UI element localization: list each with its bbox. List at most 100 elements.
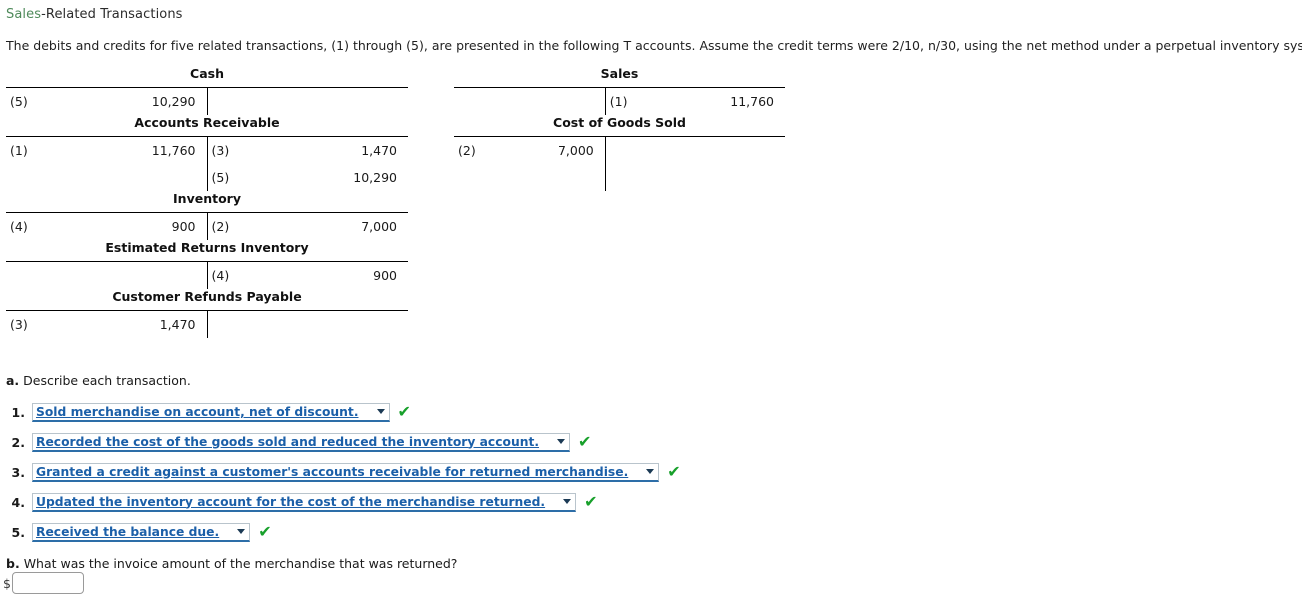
debit-ref: (1) [10, 143, 28, 158]
t-account-title: Sales [600, 66, 639, 81]
page-title-rest: -Related Transactions [41, 7, 183, 22]
transaction-description-value: Updated the inventory account for the co… [36, 494, 546, 509]
t-account: Sales (1) 11,760 [454, 66, 785, 115]
transaction-answer-row: 1. Sold merchandise on account, net of di… [6, 397, 906, 427]
chevron-down-icon[interactable] [555, 434, 567, 449]
invoice-amount-input[interactable] [11, 572, 84, 594]
transaction-answer-row: 2. Recorded the cost of the goods sold an… [6, 427, 906, 457]
t-account-debit-cell [6, 262, 207, 290]
t-account-title: Cost of Goods Sold [553, 115, 686, 130]
t-account-row: (5) 10,290 [6, 164, 408, 191]
transaction-number: 4. [11, 494, 25, 510]
transaction-description-value: Sold merchandise on account, net of disc… [36, 404, 359, 419]
transaction-description-select-4[interactable]: Updated the inventory account for the co… [32, 492, 577, 512]
t-account-credit-cell [206, 310, 408, 338]
debit-ref: (3) [10, 317, 28, 332]
chevron-down-icon[interactable] [644, 464, 656, 479]
part-a-question-text: Describe each transaction. [23, 373, 191, 388]
transaction-number: 5. [11, 524, 25, 540]
transaction-answer-row: 5. Received the balance due. ✔ [6, 517, 906, 547]
part-b-label: b. [6, 556, 20, 571]
t-account-title: Accounts Receivable [134, 115, 280, 130]
transaction-description-select-2[interactable]: Recorded the cost of the goods sold and … [32, 432, 571, 452]
t-account: Customer Refunds Payable (3) 1,470 [6, 289, 408, 338]
credit-amount: 11,760 [730, 94, 774, 109]
credit-entry: (3) 1,470 [208, 137, 409, 164]
chevron-down-icon[interactable] [235, 524, 247, 539]
transaction-description-select-3[interactable]: Granted a credit against a customer's ac… [32, 462, 660, 482]
part-a-label: a. [6, 373, 20, 388]
credit-ref: (5) [211, 170, 230, 185]
credit-entry: (5) 10,290 [208, 164, 409, 191]
credit-amount: 10,290 [353, 170, 397, 185]
debit-ref: (4) [10, 219, 28, 234]
credit-amount: 1,470 [361, 143, 397, 158]
t-account-body: (1) 11,760 (3) 1,470 (5) 10,290 [6, 136, 408, 191]
t-account-row: (4) 900 (2) 7,000 [6, 212, 409, 241]
credit-entry: (1) 11,760 [606, 88, 785, 115]
t-account-debit-cell [454, 88, 605, 116]
t-account-credit-cell [206, 87, 408, 115]
credit-ref: (4) [211, 268, 230, 283]
currency-symbol: $ [3, 575, 11, 591]
transaction-description-value: Received the balance due. [36, 524, 220, 539]
chevron-down-icon[interactable] [561, 494, 573, 509]
t-account-row: (1) 11,760 (3) 1,470 [6, 136, 409, 165]
t-account-debit-cell: (4) 900 [6, 213, 207, 241]
part-a-prompt: a. Describe each transaction. [6, 373, 191, 388]
transaction-answer-row: 3. Granted a credit against a customer's … [6, 457, 906, 487]
t-account-debit-cell: (1) 11,760 [6, 137, 207, 165]
debit-amount: 900 [171, 219, 196, 234]
t-account: Inventory (4) 900 (2) 7,000 [6, 191, 408, 240]
transaction-number: 2. [11, 434, 25, 450]
t-account-row: (2) 7,000 [454, 136, 785, 164]
correct-check-icon: ✔ [584, 492, 598, 511]
correct-check-icon: ✔ [667, 462, 681, 481]
t-account-title: Estimated Returns Inventory [105, 240, 309, 255]
credit-entry: (2) 7,000 [208, 213, 409, 240]
t-account: Estimated Returns Inventory (4) 900 [6, 240, 408, 289]
credit-ref: (2) [211, 219, 230, 234]
t-account-title: Customer Refunds Payable [112, 289, 302, 304]
correct-check-icon: ✔ [397, 402, 411, 421]
t-account-credit-cell: (4) 900 [206, 261, 408, 289]
transaction-answer-row: 4. Updated the inventory account for the … [6, 487, 906, 517]
t-account-credit-cell: (2) 7,000 [206, 212, 409, 240]
t-account-title: Cash [190, 66, 224, 81]
t-account-body: (1) 11,760 [454, 87, 785, 115]
t-accounts-left-column: Cash (5) 10,290 Accounts Receivable (1) 11,76… [6, 66, 408, 338]
t-account-row [454, 164, 785, 191]
t-account-credit-cell: (1) 11,760 [604, 87, 785, 115]
t-account: Cash (5) 10,290 [6, 66, 408, 115]
correct-check-icon: ✔ [578, 432, 592, 451]
chevron-down-icon[interactable] [375, 404, 387, 419]
t-account-body: (3) 1,470 [6, 310, 408, 338]
transaction-description-value: Granted a credit against a customer's ac… [36, 464, 629, 479]
credit-ref: (1) [609, 94, 628, 109]
debit-entry: (1) 11,760 [6, 137, 207, 164]
credit-amount: 7,000 [361, 219, 397, 234]
t-account-body: (4) 900 [6, 261, 408, 289]
t-accounts-right-column: Sales (1) 11,760 Cost of Goods Sold (2) 7,000 [454, 66, 785, 191]
part-b-question-text: What was the invoice amount of the merch… [23, 556, 458, 571]
page-title: Sales-Related Transactions [6, 7, 183, 22]
credit-ref: (3) [211, 143, 230, 158]
t-account-debit-cell [454, 164, 605, 191]
t-account-debit-cell: (3) 1,470 [6, 311, 207, 339]
debit-amount: 7,000 [557, 143, 594, 158]
t-account-credit-cell [604, 136, 785, 164]
transaction-description-select-5[interactable]: Received the balance due. [32, 522, 251, 542]
t-account-debit-cell: (5) 10,290 [6, 88, 207, 116]
transaction-number: 3. [11, 464, 25, 480]
t-account-credit-cell: (3) 1,470 [206, 136, 409, 164]
transaction-description-select-1[interactable]: Sold merchandise on account, net of disc… [32, 402, 390, 422]
debit-entry: (2) 7,000 [454, 137, 605, 164]
invoice-amount-answer-group: $ [3, 572, 84, 594]
debit-entry: (4) 900 [6, 213, 207, 240]
credit-amount: 900 [373, 268, 397, 283]
debit-entry: (3) 1,470 [6, 311, 207, 338]
t-account: Accounts Receivable (1) 11,760 (3) 1,470 (5) 1… [6, 115, 408, 191]
t-account-row: (4) 900 [6, 261, 408, 290]
debit-ref: (5) [10, 94, 28, 109]
t-account-title: Inventory [173, 191, 241, 206]
